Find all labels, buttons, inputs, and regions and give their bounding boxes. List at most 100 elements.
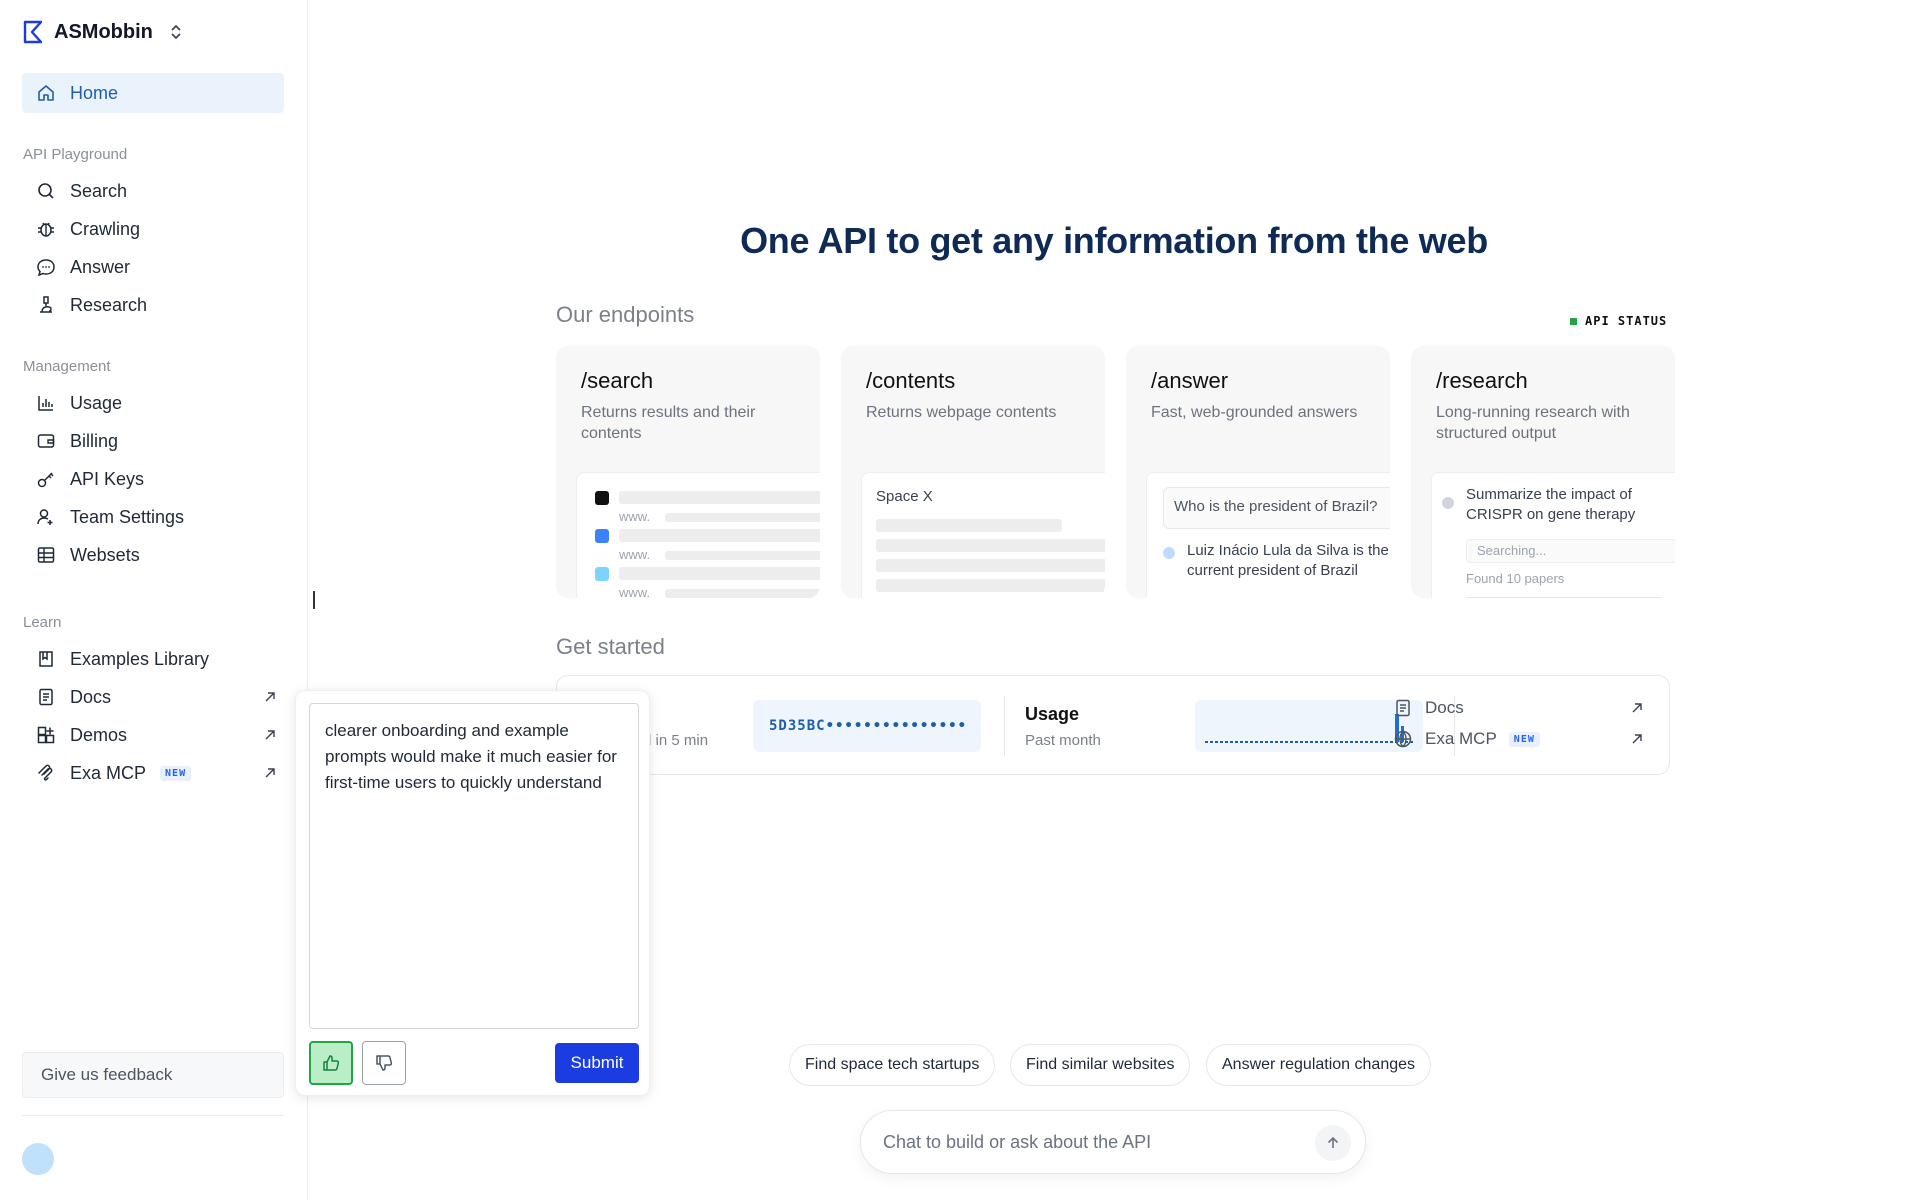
endpoint-card-research[interactable]: /research Long-running research with str… [1411, 346, 1675, 598]
chat-bubble-icon [37, 259, 55, 277]
sidebar-item-label: Team Settings [70, 506, 185, 527]
docs-link[interactable]: Docs [1393, 698, 1643, 718]
placeholder-bar [619, 491, 820, 504]
document-icon [39, 688, 53, 706]
answer-marker [1163, 547, 1175, 559]
new-badge: NEW [1508, 731, 1540, 747]
thumbs-up-icon [323, 1055, 340, 1071]
divider [1004, 696, 1005, 756]
sidebar-item-research[interactable]: Research [36, 290, 276, 320]
card-description: Returns results and their contents [581, 404, 756, 442]
usage-sparkline[interactable] [1195, 700, 1423, 752]
question-box: Who is the president of Brazil? [1163, 487, 1390, 529]
contents-preview: Space X [861, 472, 1105, 598]
submit-feedback-button[interactable]: Submit [555, 1043, 639, 1083]
status-indicator [1570, 317, 1577, 325]
card-description: Returns webpage contents [866, 404, 1057, 421]
workspace-switcher[interactable]: ASMobbin [22, 20, 183, 44]
table-icon [37, 547, 55, 563]
text-cursor [313, 591, 315, 609]
sidebar-item-label: Research [70, 294, 148, 315]
usage-title: Usage [1025, 704, 1080, 724]
placeholder-bar [619, 567, 820, 580]
api-key-display[interactable]: 5D35BC••••••••••••••• [753, 700, 981, 752]
get-started-panel: d in 5 min 5D35BC••••••••••••••• Usage P… [556, 675, 1670, 775]
placeholder-bar [665, 589, 820, 598]
page-title: One API to get any information from the … [740, 220, 1488, 261]
chat-input-placeholder: Chat to build or ask about the API [883, 1131, 1152, 1152]
external-link-icon [265, 730, 275, 740]
sidebar-item-label: Docs [70, 686, 112, 707]
research-found: Found 10 papers [1466, 571, 1565, 586]
book-icon [39, 651, 53, 667]
suggestion-chip-regulation[interactable]: Answer regulation changes [1206, 1044, 1432, 1086]
endpoint-card-answer[interactable]: /answer Fast, web-grounded answers Who i… [1126, 346, 1390, 598]
sidebar-item-label: Answer [70, 256, 131, 277]
globe-icon [1394, 730, 1412, 748]
sidebar-item-label: Examples Library [70, 648, 210, 669]
endpoint-card-contents[interactable]: /contents Returns webpage contents Space… [841, 346, 1105, 598]
sidebar-item-label: Websets [70, 544, 140, 565]
result-url: www. [619, 509, 651, 524]
chat-input[interactable]: Chat to build or ask about the API [860, 1110, 1366, 1174]
result-marker [595, 529, 609, 543]
sidebar-item-examples-library[interactable]: Examples Library [36, 644, 276, 674]
placeholder-bar [876, 519, 1062, 532]
exa-mcp-link[interactable]: Exa MCP NEW [1393, 729, 1643, 749]
sidebar-item-label: Home [70, 82, 119, 103]
arrow-up-icon [1327, 1136, 1339, 1148]
search-preview: www. www. www. [576, 472, 820, 598]
task-marker [1442, 497, 1454, 509]
sidebar-item-websets[interactable]: Websets [36, 540, 276, 570]
sidebar-item-label: API Keys [70, 468, 145, 489]
user-settings-icon [37, 509, 53, 525]
give-feedback-button[interactable]: Give us feedback [22, 1052, 284, 1098]
exa-mcp-link-label: Exa MCP [1425, 729, 1497, 748]
get-started-heading: Get started [556, 634, 665, 659]
feedback-textarea[interactable] [309, 703, 639, 1029]
sidebar-item-api-keys[interactable]: API Keys [36, 464, 276, 494]
sidebar-item-label: Crawling [70, 218, 141, 239]
sidebar-item-docs[interactable]: Docs [36, 682, 276, 712]
endpoints-heading: Our endpoints [556, 302, 695, 327]
external-link-icon [265, 768, 275, 778]
suggestion-chip-space-tech[interactable]: Find space tech startups [789, 1044, 996, 1086]
sidebar-item-search[interactable]: Search [36, 176, 276, 206]
avatar[interactable] [22, 1143, 54, 1175]
answer-preview: Who is the president of Brazil? Luiz Iná… [1146, 472, 1390, 598]
sidebar-item-label: Search [70, 180, 128, 201]
sidebar-item-exa-mcp[interactable]: Exa MCP NEW [36, 758, 276, 788]
document-icon [1396, 699, 1410, 717]
thumbs-up-button[interactable] [309, 1041, 353, 1085]
answer-text: Luiz Inácio Lula da Silva is the current… [1187, 542, 1389, 579]
sidebar-item-billing[interactable]: Billing [36, 426, 276, 456]
bug-icon [38, 222, 54, 237]
placeholder-bar [665, 513, 820, 522]
card-description: Long-running research with structured ou… [1436, 404, 1630, 442]
send-button[interactable] [1315, 1125, 1351, 1161]
usage-sparkline-graphic [1205, 714, 1415, 743]
feedback-popup: Submit [295, 690, 650, 1096]
sidebar-divider [22, 1115, 284, 1116]
placeholder-bar [876, 539, 1105, 552]
section-label-management: Management [23, 358, 111, 375]
sidebar-item-team-settings[interactable]: Team Settings [36, 502, 276, 532]
card-title: /contents [866, 368, 956, 393]
new-badge: NEW [160, 765, 192, 781]
sidebar-item-label: Exa MCP [70, 762, 147, 783]
endpoint-card-search[interactable]: /search Returns results and their conten… [556, 346, 820, 598]
sidebar-item-answer[interactable]: Answer [36, 252, 276, 282]
sidebar-item-home[interactable]: Home [22, 73, 284, 113]
sidebar-item-demos[interactable]: Demos [36, 720, 276, 750]
sidebar-item-label: Demos [70, 724, 128, 745]
api-status-link[interactable]: API STATUS [1570, 314, 1667, 328]
placeholder-bar [876, 559, 1105, 572]
external-link-icon [1632, 734, 1642, 744]
suggestion-chip-similar-websites[interactable]: Find similar websites [1010, 1044, 1191, 1086]
research-status: Searching... [1466, 539, 1675, 563]
search-icon [38, 183, 54, 199]
thumbs-down-button[interactable] [362, 1041, 406, 1085]
workspace-name: ASMobbin [54, 20, 153, 43]
sidebar-item-crawling[interactable]: Crawling [36, 214, 276, 244]
sidebar-item-usage[interactable]: Usage [36, 388, 276, 418]
